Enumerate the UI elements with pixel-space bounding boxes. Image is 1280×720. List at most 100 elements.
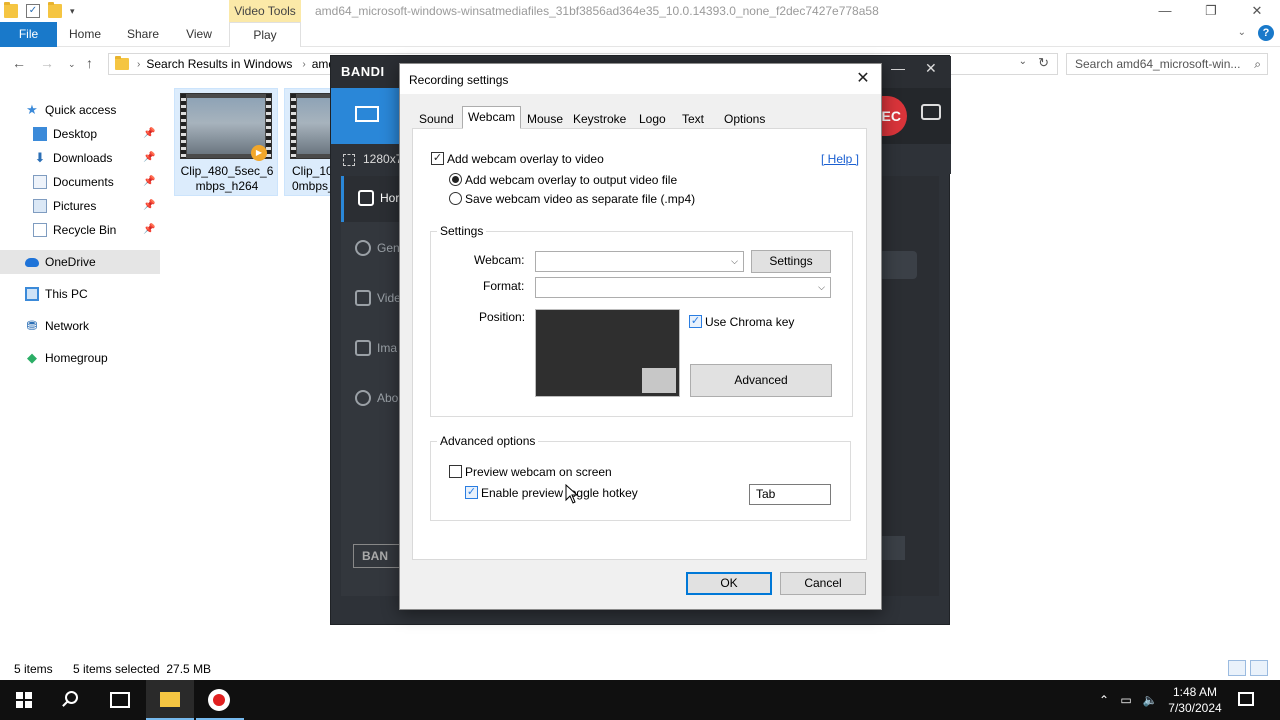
sidebar-item-home[interactable]: Hor [341, 176, 403, 222]
chroma-key-checkbox[interactable]: ✓ [689, 315, 702, 328]
nav-pictures[interactable]: Pictures 📌 [0, 194, 160, 218]
screen-mode-button[interactable] [331, 88, 401, 144]
preview-webcam-checkbox[interactable] [449, 465, 462, 478]
properties-icon[interactable]: ✓ [26, 4, 40, 18]
file-name: Clip_480_5sec_6 mbps_h264 [180, 164, 274, 193]
webcam-settings-button[interactable]: Settings [751, 250, 831, 273]
cancel-button[interactable]: Cancel [780, 572, 866, 595]
play-icon: ▶ [251, 145, 267, 161]
camera-icon[interactable] [921, 104, 941, 120]
search-icon[interactable]: ⌕ [1254, 54, 1261, 74]
start-button[interactable] [0, 680, 48, 720]
taskbar-bandicam[interactable] [196, 680, 244, 720]
separate-file-radio[interactable] [449, 192, 462, 205]
expand-ribbon-icon[interactable]: ⌄ [1238, 27, 1246, 38]
nav-label: Recycle Bin [53, 223, 117, 237]
network-icon[interactable]: ▭ [1118, 692, 1134, 708]
overlay-label: Add webcam overlay to video [447, 152, 604, 166]
tab-mouse[interactable]: Mouse [522, 109, 568, 129]
nav-quick-access[interactable]: ★ Quick access [0, 98, 160, 122]
new-folder-icon[interactable] [48, 2, 62, 18]
help-link[interactable]: [ Help ] [821, 152, 859, 166]
webcam-position-preview[interactable] [535, 309, 680, 397]
window-controls: — ❐ ✕ [1142, 0, 1280, 22]
mouse-cursor-icon [565, 484, 579, 504]
clock-time: 1:48 AM [1172, 685, 1218, 699]
search-button[interactable] [48, 680, 96, 720]
webcam-position-marker[interactable] [642, 368, 676, 393]
advanced-button[interactable]: Advanced [690, 364, 832, 397]
nav-label: Downloads [53, 151, 113, 165]
tab-play[interactable]: Play [229, 22, 301, 47]
sidebar-item-video[interactable]: Vide [341, 276, 403, 322]
nav-this-pc[interactable]: This PC [0, 282, 160, 306]
clock[interactable]: 1:48 AM 7/30/2024 [1160, 684, 1230, 716]
address-dropdown-icon[interactable]: ⌄ [1019, 56, 1027, 67]
close-icon[interactable]: ✕ [1234, 0, 1280, 22]
breadcrumb-chevron-icon[interactable]: › [302, 59, 305, 70]
monitor-icon [355, 106, 379, 122]
back-icon[interactable]: ← [12, 55, 26, 71]
close-icon[interactable]: ✕ [925, 60, 937, 77]
up-icon[interactable]: ↑ [86, 55, 93, 71]
minimize-icon[interactable]: — [1142, 0, 1188, 22]
tab-sound[interactable]: Sound [414, 109, 459, 129]
search-input[interactable]: Search amd64_microsoft-win... ⌕ [1066, 53, 1268, 75]
task-view-button[interactable] [96, 680, 144, 720]
overlay-checkbox[interactable]: ✓ [431, 152, 444, 165]
resolution-display[interactable]: 1280x7 [343, 152, 402, 166]
tab-share[interactable]: Share [122, 22, 164, 47]
preview-hotkey-checkbox[interactable]: ✓ [465, 486, 478, 499]
minimize-icon[interactable]: — [891, 60, 905, 76]
chevron-up-icon[interactable]: ⌃ [1096, 692, 1112, 708]
tab-file[interactable]: File [0, 22, 57, 47]
tab-options[interactable]: Options [719, 109, 770, 129]
nav-homegroup[interactable]: ◆ Homegroup [0, 346, 160, 370]
nav-onedrive[interactable]: OneDrive [0, 250, 160, 274]
tab-keystroke[interactable]: Keystroke [568, 109, 631, 129]
details-view-icon[interactable] [1228, 660, 1246, 676]
webcam-select[interactable]: ⌵ [535, 251, 744, 272]
output-overlay-radio[interactable] [449, 173, 462, 186]
nav-recycle-bin[interactable]: Recycle Bin 📌 [0, 218, 160, 242]
tab-logo[interactable]: Logo [634, 109, 671, 129]
nav-label: Desktop [53, 127, 98, 141]
help-icon[interactable]: ? [1258, 25, 1274, 41]
restore-icon[interactable]: ❐ [1188, 0, 1234, 22]
microphone-icon[interactable] [879, 251, 917, 279]
taskbar-file-explorer[interactable] [146, 680, 194, 720]
breadcrumb-search-results[interactable]: Search Results in Windows [146, 57, 292, 71]
sidebar-item-about[interactable]: Abo [341, 376, 403, 422]
ok-button[interactable]: OK [686, 572, 772, 595]
nav-downloads[interactable]: ⬇ Downloads 📌 [0, 146, 160, 170]
refresh-icon[interactable]: ↻ [1038, 55, 1049, 71]
forward-icon[interactable]: → [40, 55, 54, 71]
tab-text[interactable]: Text [677, 109, 709, 129]
nav-documents[interactable]: Documents 📌 [0, 170, 160, 194]
sidebar-item-image[interactable]: Ima [341, 326, 403, 372]
file-item[interactable]: Clip_10 0mbps_ [284, 88, 334, 196]
nav-desktop[interactable]: Desktop 📌 [0, 122, 160, 146]
breadcrumb-chevron-icon[interactable]: › [137, 59, 140, 70]
tab-webcam[interactable]: Webcam [462, 106, 522, 129]
chevron-down-icon: ⌵ [731, 256, 738, 266]
customize-toolbar-icon[interactable]: ▾ [70, 6, 75, 17]
large-icons-view-icon[interactable] [1250, 660, 1268, 676]
network-icon: ⛃ [26, 318, 38, 333]
close-icon[interactable]: ✕ [853, 69, 873, 89]
volume-icon[interactable]: 🔈 [1142, 692, 1158, 708]
hotkey-input[interactable]: Tab [749, 484, 831, 505]
chroma-key-label: Use Chroma key [705, 315, 795, 329]
recent-locations-icon[interactable]: ⌄ [68, 59, 76, 70]
sidebar-label: Ima [377, 341, 398, 355]
settings-group-title: Settings [437, 224, 487, 238]
file-item[interactable]: ▶ Clip_480_5sec_6 mbps_h264 [174, 88, 278, 196]
bandicam-sidebar: Hor Gen Vide Ima Abo [341, 176, 403, 596]
format-select[interactable]: ⌵ [535, 277, 831, 298]
sidebar-item-general[interactable]: Gen [341, 226, 403, 272]
folder-icon [115, 56, 129, 70]
notifications-icon[interactable] [1238, 692, 1254, 706]
tab-home[interactable]: Home [64, 22, 106, 47]
nav-network[interactable]: ⛃ Network [0, 314, 160, 338]
tab-view[interactable]: View [180, 22, 218, 47]
